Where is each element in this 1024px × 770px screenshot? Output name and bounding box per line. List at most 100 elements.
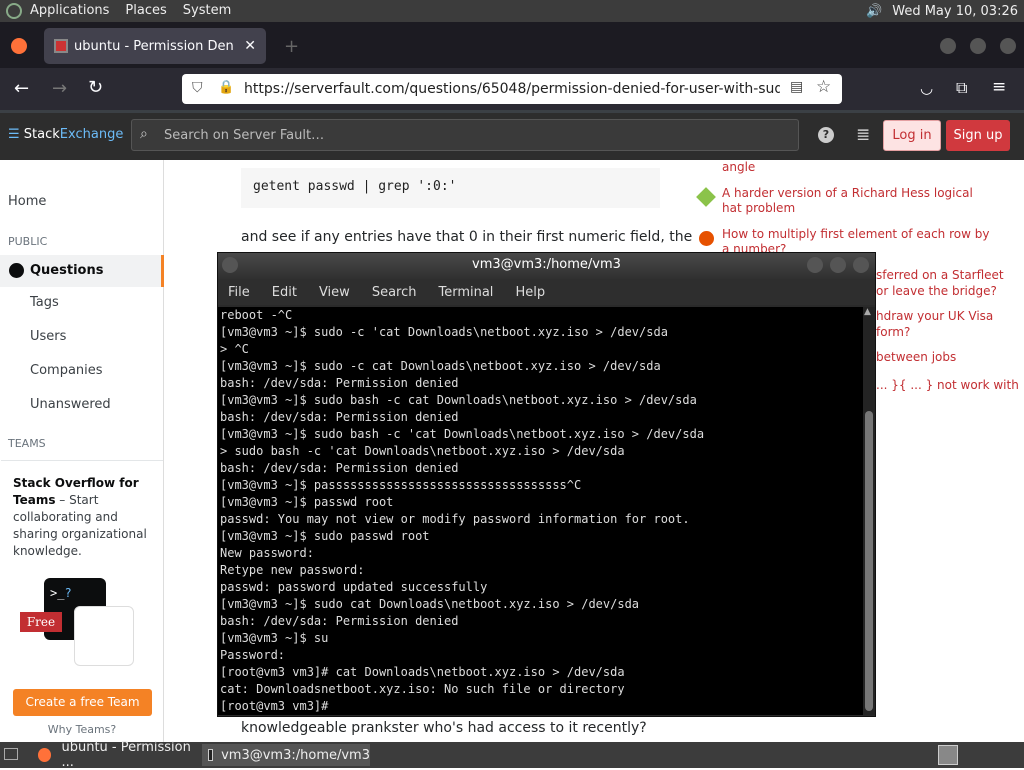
terminal-title: vm3@vm3:/home/vm3 (472, 257, 621, 272)
terminal-line: [vm3@vm3 ~]$ passwd root (220, 495, 394, 509)
menu-icon[interactable]: ≡ (992, 77, 1006, 97)
terminal-menu-search[interactable]: Search (372, 285, 417, 300)
terminal-line: New password: (220, 546, 314, 560)
terminal-close-icon[interactable] (853, 257, 869, 273)
nav-users[interactable]: Users (30, 329, 66, 344)
answer-paragraph-1: and see if any entries have that 0 in th… (241, 229, 693, 245)
terminal-menu-file[interactable]: File (228, 285, 250, 300)
site-search-input[interactable]: ⌕ Search on Server Fault… (131, 119, 799, 151)
maximize-icon[interactable] (970, 38, 986, 54)
menu-system[interactable]: System (175, 0, 239, 22)
extensions-icon[interactable]: ⧉ (956, 78, 967, 98)
tab-title: ubuntu - Permission Denied (74, 38, 234, 54)
taskbar: ubuntu - Permission ... vm3@vm3:/home/vm… (0, 740, 1024, 770)
signup-button[interactable]: Sign up (946, 120, 1010, 151)
reload-icon[interactable]: ↻ (88, 77, 103, 98)
terminal-menu-edit[interactable]: Edit (272, 285, 297, 300)
hot-question-link[interactable]: sferred on a Starfleet (876, 268, 1004, 283)
hot-question-icon (699, 231, 714, 246)
terminal-minimize-icon[interactable] (807, 257, 823, 273)
terminal-menu-terminal[interactable]: Terminal (438, 285, 493, 300)
lock-icon[interactable]: 🔒 (218, 80, 234, 95)
distro-logo-icon[interactable] (6, 3, 22, 19)
menu-applications[interactable]: Applications (22, 0, 117, 22)
nav-companies[interactable]: Companies (30, 363, 103, 378)
terminal-line: > ^C (220, 342, 249, 356)
terminal-line: passwd: You may not view or modify passw… (220, 512, 690, 526)
hot-question-link[interactable]: form? (876, 325, 910, 340)
firefox-icon (38, 748, 52, 762)
logo-text-b: Exchange (59, 127, 124, 142)
hot-question-link[interactable]: hdraw your UK Visa (876, 309, 993, 324)
scroll-up-arrow-icon[interactable]: ▲ (864, 307, 871, 317)
terminal-line: [root@vm3 vm3]# (220, 699, 336, 713)
terminal-line: bash: /dev/sda: Permission denied (220, 376, 459, 390)
stackexchange-logo[interactable]: ☰ StackExchange (8, 127, 123, 142)
login-button[interactable]: Log in (883, 120, 941, 151)
hot-question-link[interactable]: ... }{ ... } not work with (876, 378, 1019, 393)
back-icon[interactable]: ← (14, 78, 29, 99)
shield-icon[interactable]: ⛉ (192, 80, 203, 96)
pocket-icon[interactable]: ◡ (920, 79, 933, 97)
terminal-line: bash: /dev/sda: Permission denied (220, 461, 459, 475)
terminal-line: cat: Downloadsnetboot.xyz.iso: No such f… (220, 682, 625, 696)
terminal-line: [root@vm3 vm3]# cat Downloads\netboot.xy… (220, 665, 625, 679)
clock[interactable]: Wed May 10, 03:26 (892, 4, 1018, 19)
terminal-menu-icon[interactable] (222, 257, 238, 273)
nav-teams-heading: TEAMS (8, 437, 46, 450)
code-block: getent passwd | grep ':0:' (241, 168, 660, 208)
why-teams-link[interactable]: Why Teams? (0, 723, 164, 736)
minimize-icon[interactable] (940, 38, 956, 54)
terminal-line: [vm3@vm3 ~]$ passsssssssssssssssssssssss… (220, 478, 582, 492)
globe-icon (9, 263, 24, 278)
new-tab-icon[interactable]: + (284, 36, 299, 57)
favicon-icon (54, 39, 68, 53)
taskbar-item-terminal[interactable]: vm3@vm3:/home/vm3 (202, 744, 370, 766)
terminal-window[interactable]: vm3@vm3:/home/vm3 File Edit View Search … (217, 252, 876, 717)
close-window-icon[interactable] (1000, 38, 1016, 54)
terminal-line: [vm3@vm3 ~]$ sudo -c 'cat Downloads\netb… (220, 325, 668, 339)
terminal-titlebar[interactable]: vm3@vm3:/home/vm3 (218, 253, 875, 279)
terminal-line: > sudo bash -c 'cat Downloads\netboot.xy… (220, 444, 625, 458)
terminal-icon (208, 749, 214, 761)
taskbar-item-browser[interactable]: ubuntu - Permission ... (32, 740, 202, 770)
bookmark-star-icon[interactable]: ☆ (816, 77, 831, 97)
terminal-maximize-icon[interactable] (830, 257, 846, 273)
volume-icon[interactable]: 🔊 (866, 4, 882, 19)
nav-questions-label: Questions (30, 263, 104, 278)
terminal-line: [vm3@vm3 ~]$ sudo passwd root (220, 529, 430, 543)
show-desktop-icon[interactable] (4, 748, 18, 760)
nav-unanswered[interactable]: Unanswered (30, 397, 111, 412)
forward-icon[interactable]: → (52, 78, 67, 99)
trash-icon[interactable] (938, 745, 958, 765)
nav-questions[interactable]: Questions (0, 255, 164, 287)
menu-places[interactable]: Places (117, 0, 174, 22)
terminal-menu-help[interactable]: Help (515, 285, 545, 300)
nav-home[interactable]: Home (8, 194, 46, 209)
help-icon[interactable]: ? (818, 127, 834, 143)
hot-question-link[interactable]: or leave the bridge? (876, 284, 997, 299)
logo-mark-icon: ☰ (8, 127, 24, 142)
terminal-line: Password: (220, 648, 286, 662)
terminal-line: reboot -^C (220, 308, 293, 322)
terminal-line: [vm3@vm3 ~]$ sudo -c cat Downloads\netbo… (220, 359, 661, 373)
checklist-illustration (74, 606, 134, 666)
hot-question-link[interactable]: between jobs (876, 350, 956, 365)
terminal-line: passwd: password updated successfully (220, 580, 488, 594)
hot-question-link[interactable]: angle (722, 160, 755, 175)
address-bar[interactable]: ⛉ 🔒 https://serverfault.com/questions/65… (182, 74, 842, 104)
create-team-button[interactable]: Create a free Team (13, 689, 152, 716)
taskbar-item-terminal-label: vm3@vm3:/home/vm3 (221, 747, 370, 763)
close-tab-icon[interactable]: ✕ (244, 38, 256, 54)
terminal-scroll-thumb[interactable] (865, 411, 873, 711)
url-text[interactable]: https://serverfault.com/questions/65048/… (244, 81, 780, 97)
terminal-output[interactable]: reboot -^C [vm3@vm3 ~]$ sudo -c 'cat Down… (218, 307, 863, 715)
nav-tags[interactable]: Tags (30, 295, 59, 310)
site-switcher-icon[interactable]: ≣ (856, 125, 870, 145)
hot-question-link[interactable]: A harder version of a Richard Hess logic… (722, 186, 992, 216)
taskbar-item-browser-label: ubuntu - Permission ... (61, 740, 191, 770)
terminal-menu-view[interactable]: View (319, 285, 350, 300)
browser-tab[interactable]: ubuntu - Permission Denied ✕ (44, 28, 266, 64)
firefox-view-icon[interactable] (11, 38, 27, 54)
reader-icon[interactable]: ▤ (790, 79, 803, 95)
